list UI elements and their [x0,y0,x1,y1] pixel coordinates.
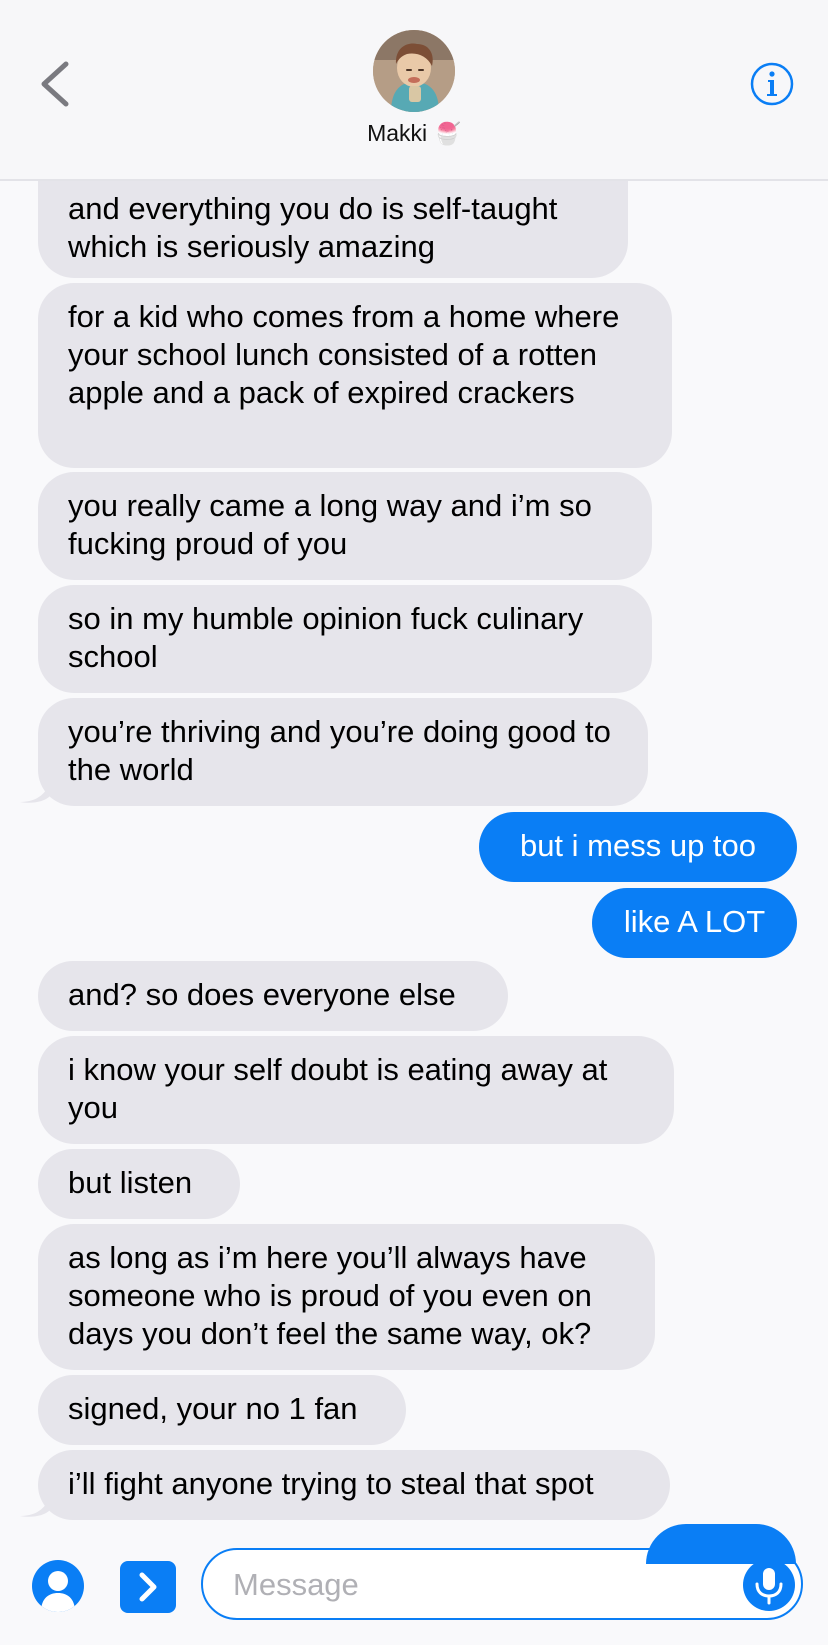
chevron-right-icon[interactable] [120,1561,176,1613]
message-bubble-incoming[interactable]: but listen [38,1149,240,1219]
message-bubble-incoming[interactable]: so in my humble opinion fuck culinary sc… [38,585,652,693]
bubble-tail [20,1494,50,1517]
conversation-header: Makki 🍧 [0,0,828,181]
message-bubble-incoming[interactable]: you’re thriving and you’re doing good to… [38,698,648,806]
message-bubble-incoming[interactable]: i know your self doubt is eating away at… [38,1036,674,1144]
contact-avatar[interactable] [373,30,455,112]
message-bubble-incoming[interactable]: signed, your no 1 fan [38,1375,406,1445]
chevron-left-icon[interactable] [36,58,76,110]
message-bubble-outgoing[interactable]: but i mess up too [479,812,797,882]
message-bubble-incoming[interactable]: for a kid who comes from a home where yo… [38,283,672,468]
message-input[interactable] [231,1562,715,1608]
microphone-icon[interactable] [743,1559,795,1611]
message-bubble-incoming[interactable]: as long as i’m here you’ll always have s… [38,1224,655,1370]
bubble-tail [20,780,50,803]
message-bubble-incoming[interactable]: and everything you do is self-taught whi… [38,178,628,278]
contact-name-text: Makki [367,120,428,146]
partial-outgoing-bubble [646,1524,796,1564]
person-icon[interactable] [32,1560,84,1612]
message-bubble-incoming[interactable]: you really came a long way and i’m so fu… [38,472,652,580]
message-bubble-incoming[interactable]: i’ll fight anyone trying to steal that s… [38,1450,670,1520]
contact-name[interactable]: Makki 🍧 [0,120,828,147]
message-thread[interactable]: and everything you do is self-taught whi… [0,0,828,1540]
info-icon[interactable] [750,62,794,106]
shaved-ice-emoji: 🍧 [433,121,461,146]
message-bubble-incoming[interactable]: and? so does everyone else [38,961,508,1031]
message-bubble-outgoing[interactable]: like A LOT [592,888,797,958]
